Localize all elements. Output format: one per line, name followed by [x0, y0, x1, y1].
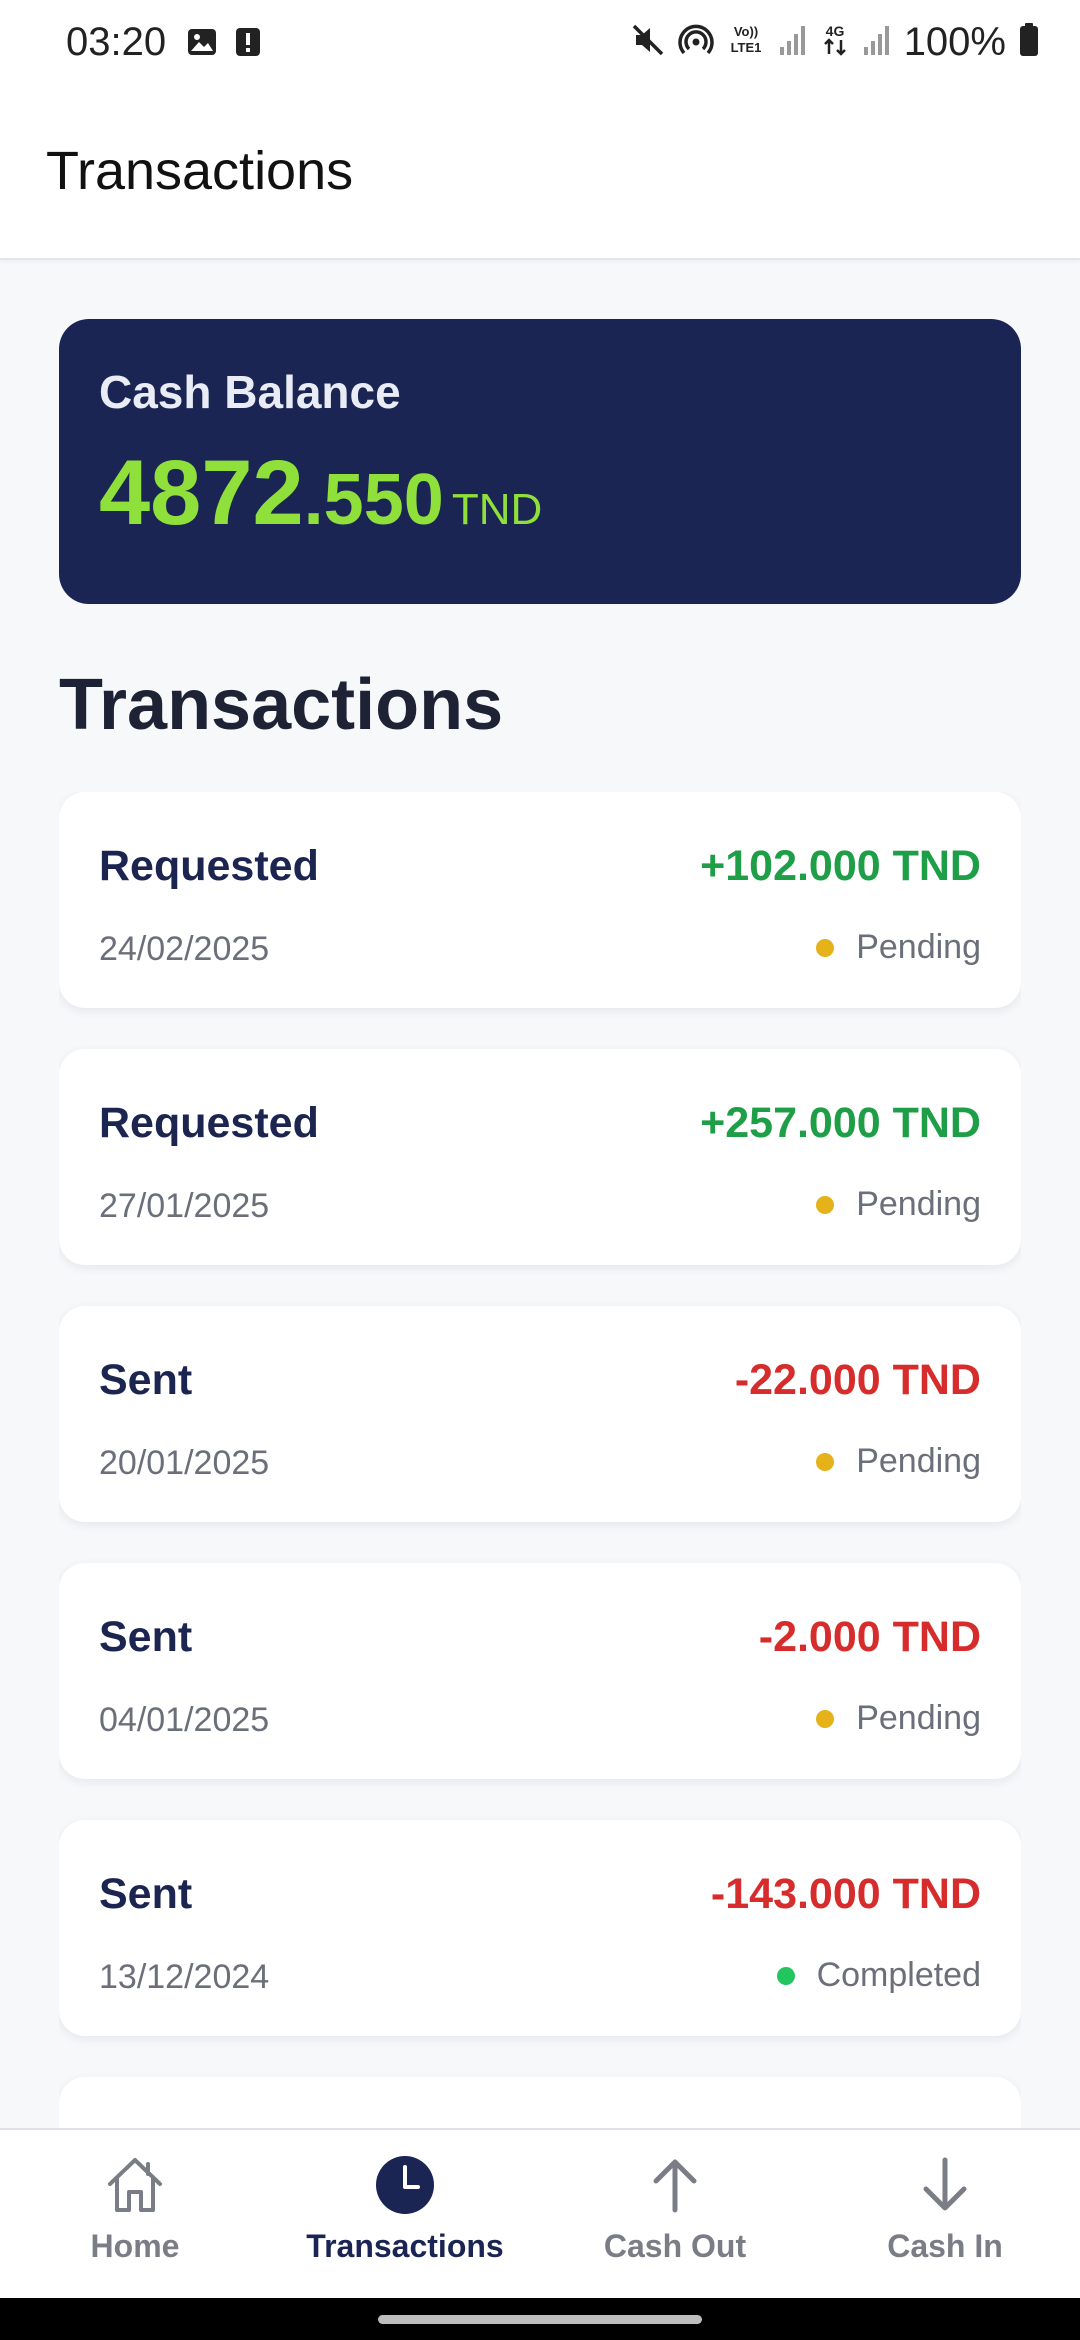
- status-dot-icon: [776, 1966, 795, 1985]
- balance-amount: 4872.550 TND: [99, 441, 542, 546]
- status-dot-icon: [816, 1195, 835, 1214]
- svg-text:4G: 4G: [825, 23, 844, 39]
- bottom-nav: Home Transactions Cash Out Cash In: [0, 2128, 1080, 2298]
- status-text: Completed: [816, 1956, 981, 1994]
- nav-label: Transactions: [306, 2228, 504, 2264]
- nav-transactions[interactable]: Transactions: [270, 2130, 540, 2298]
- nav-home[interactable]: Home: [0, 2130, 270, 2298]
- status-dot-icon: [816, 1709, 835, 1728]
- nav-label: Cash In: [887, 2228, 1003, 2264]
- transaction-card[interactable]: Sent -22.000 TND 20/01/2025 Pending: [59, 1306, 1021, 1522]
- transaction-date: 24/02/2025: [99, 930, 270, 968]
- nav-cash-out[interactable]: Cash Out: [540, 2130, 810, 2298]
- transaction-status: Pending: [816, 1442, 981, 1481]
- hotspot-icon: [677, 22, 714, 63]
- clock-icon: [372, 2152, 438, 2218]
- status-text: Pending: [856, 1185, 981, 1223]
- transaction-date: 04/01/2025: [99, 1701, 270, 1739]
- svg-text:LTE1: LTE1: [730, 40, 761, 55]
- status-text: Pending: [856, 1699, 981, 1737]
- signal-icon: [862, 23, 892, 62]
- battery-icon: [1018, 22, 1040, 63]
- svg-text:Vo)): Vo)): [734, 24, 758, 39]
- transaction-date: 20/01/2025: [99, 1444, 270, 1482]
- transaction-amount: +102.000 TND: [700, 842, 981, 890]
- status-text: Pending: [856, 1442, 981, 1480]
- transaction-amount: +257.000 TND: [700, 1099, 981, 1147]
- transaction-list[interactable]: Requested +102.000 TND 24/02/2025 Pendin…: [59, 792, 1021, 2128]
- home-gesture-handle[interactable]: [378, 2315, 702, 2324]
- transaction-type: Requested: [99, 1099, 319, 1147]
- transaction-status: Pending: [816, 928, 981, 967]
- mute-icon: [630, 22, 666, 63]
- transaction-card[interactable]: Sent -2.000 TND 04/01/2025 Pending: [59, 1563, 1021, 1779]
- volte-icon: Vo)) LTE1: [726, 22, 766, 63]
- status-time: 03:20: [66, 20, 167, 64]
- home-icon: [102, 2152, 168, 2218]
- transaction-amount: -143.000 TND: [710, 1870, 981, 1918]
- balance-currency: TND: [451, 485, 543, 534]
- image-icon: [186, 26, 218, 63]
- transaction-card[interactable]: Sent -143.000 TND 13/12/2024 Completed: [59, 1820, 1021, 2036]
- transaction-type: Sent: [99, 1870, 193, 1918]
- balance-card: Cash Balance 4872.550 TND: [59, 319, 1021, 604]
- status-dot-icon: [816, 1452, 835, 1471]
- nav-cash-in[interactable]: Cash In: [810, 2130, 1080, 2298]
- transaction-amount: -2.000 TND: [758, 1613, 981, 1661]
- transaction-status: Pending: [816, 1185, 981, 1224]
- transaction-amount: -22.000 TND: [734, 1356, 981, 1404]
- balance-integer: 4872: [99, 442, 304, 544]
- balance-decimal: .550: [303, 460, 444, 540]
- transaction-card[interactable]: [59, 2077, 1021, 2128]
- transaction-date: 27/01/2025: [99, 1187, 270, 1225]
- transaction-type: Sent: [99, 1613, 193, 1661]
- transaction-card[interactable]: Requested +257.000 TND 27/01/2025 Pendin…: [59, 1049, 1021, 1265]
- nav-label: Cash Out: [603, 2228, 747, 2264]
- transaction-status: Pending: [816, 1699, 981, 1738]
- status-dot-icon: [816, 938, 835, 957]
- signal-icon: [778, 23, 808, 62]
- status-bar: 03:20 Vo)) LTE1 4G 100%: [0, 0, 1080, 88]
- transaction-type: Requested: [99, 842, 319, 890]
- section-title: Transactions: [59, 665, 504, 745]
- battery-percentage: 100%: [903, 20, 1006, 64]
- nav-label: Home: [90, 2228, 180, 2264]
- page-title: Transactions: [46, 141, 354, 201]
- transaction-date: 13/12/2024: [99, 1958, 270, 1996]
- transaction-status: Completed: [776, 1956, 981, 1995]
- 4g-icon: 4G: [820, 22, 850, 63]
- balance-label: Cash Balance: [99, 366, 401, 418]
- status-text: Pending: [856, 928, 981, 966]
- transaction-card[interactable]: Requested +102.000 TND 24/02/2025 Pendin…: [59, 792, 1021, 1008]
- alert-icon: [232, 26, 264, 63]
- app-bar: Transactions: [0, 88, 1080, 260]
- transaction-type: Sent: [99, 1356, 193, 1404]
- arrow-up-icon: [642, 2152, 708, 2218]
- gesture-bar: [0, 2298, 1080, 2340]
- arrow-down-icon: [912, 2152, 978, 2218]
